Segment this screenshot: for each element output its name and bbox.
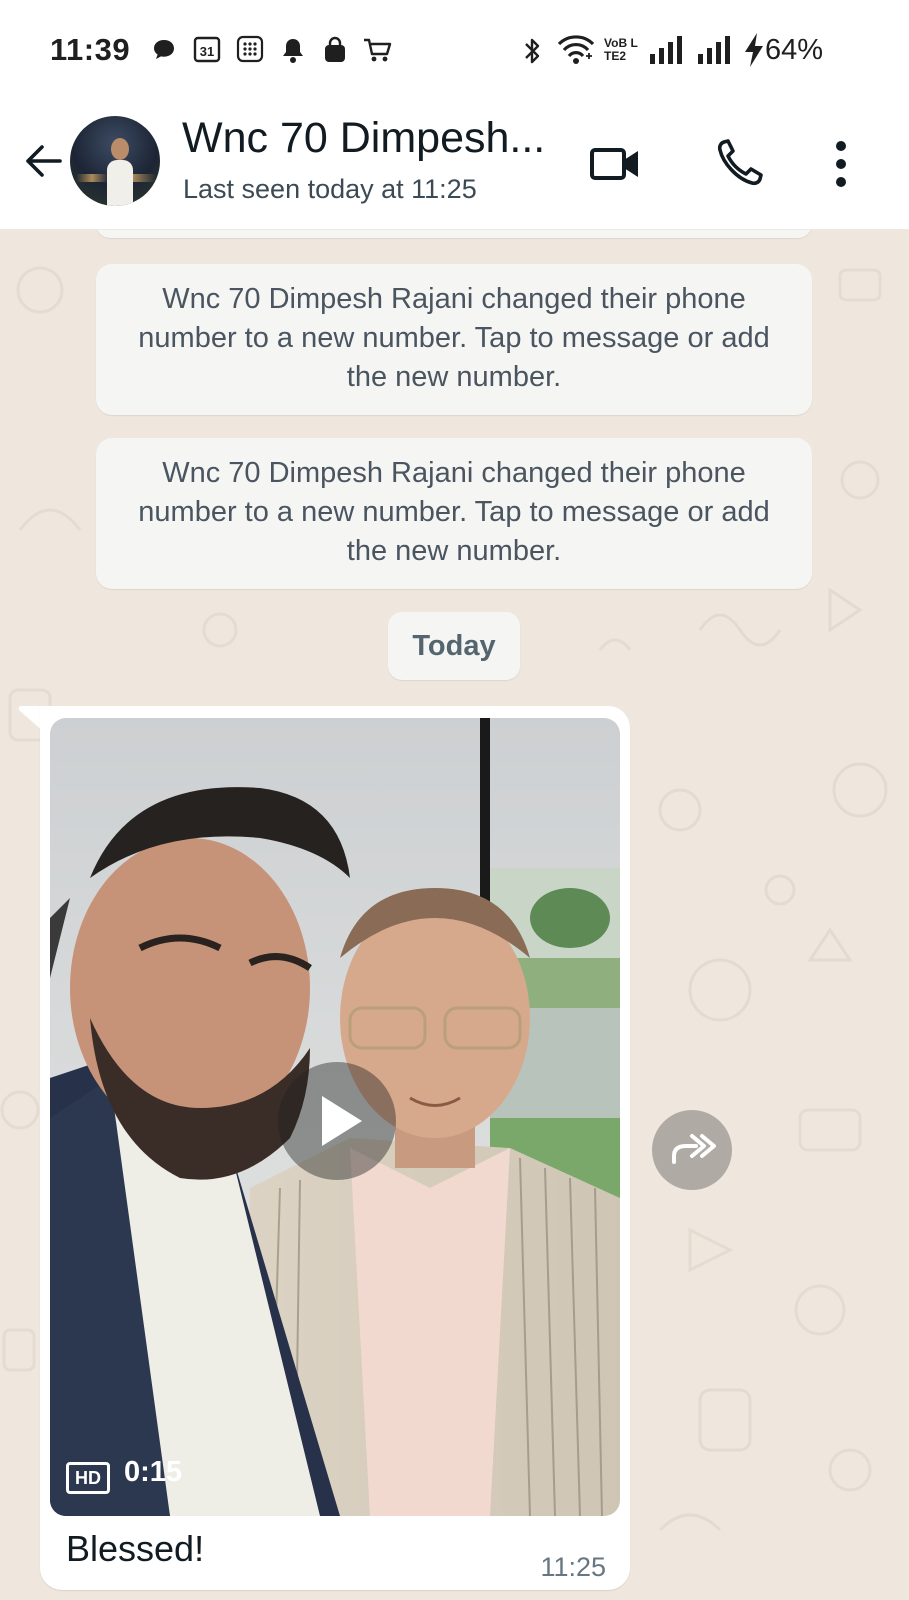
chat-area[interactable]: Wnc 70 Dimpesh Rajani changed their phon…: [0, 230, 909, 1600]
signal-icon: [698, 36, 730, 64]
status-time: 11:39: [50, 32, 131, 67]
chat-bubble-icon: [154, 40, 174, 59]
bell-icon: [283, 39, 303, 63]
cart-icon: [364, 38, 392, 62]
contact-avatar[interactable]: [70, 116, 160, 206]
message-timestamp: 11:25: [540, 1552, 606, 1582]
status-bar: 11:39 31 VoB LTE2 64%: [0, 0, 909, 100]
message-caption: Blessed!: [66, 1528, 205, 1569]
chat-header: Wnc 70 Dimpesh... Last seen today at 11:…: [0, 100, 909, 230]
wifi-icon: [557, 35, 595, 64]
more-options-icon[interactable]: [826, 134, 856, 194]
hd-badge: HD: [66, 1462, 110, 1494]
play-icon[interactable]: [278, 1062, 396, 1180]
svg-text:31: 31: [200, 44, 214, 59]
forward-icon[interactable]: [652, 1110, 732, 1190]
signal-icon: [650, 36, 682, 64]
date-separator: Today: [388, 612, 520, 680]
shopping-bag-icon: [325, 36, 345, 62]
charging-icon: [745, 33, 763, 67]
contact-name[interactable]: Wnc 70 Dimpesh...: [182, 114, 545, 163]
last-seen-status: Last seen today at 11:25: [183, 174, 477, 204]
battery-percentage: 64%: [764, 34, 823, 66]
back-arrow-icon[interactable]: [18, 136, 68, 186]
phone-call-icon[interactable]: [712, 134, 772, 194]
video-duration: 0:15: [124, 1456, 183, 1488]
system-message[interactable]: Wnc 70 Dimpesh Rajani changed their phon…: [96, 438, 812, 589]
keypad-icon: [236, 35, 264, 63]
network-type-label: VoB LTE2: [604, 36, 638, 63]
video-call-icon[interactable]: [586, 134, 646, 194]
video-message-bubble[interactable]: HD 0:15 Blessed! 11:25: [40, 706, 630, 1590]
video-thumbnail[interactable]: HD 0:15: [50, 718, 620, 1516]
system-message-partial: [96, 230, 812, 238]
bluetooth-icon: [525, 38, 540, 64]
system-message[interactable]: Wnc 70 Dimpesh Rajani changed their phon…: [96, 264, 812, 415]
calendar-icon: 31: [193, 36, 221, 63]
